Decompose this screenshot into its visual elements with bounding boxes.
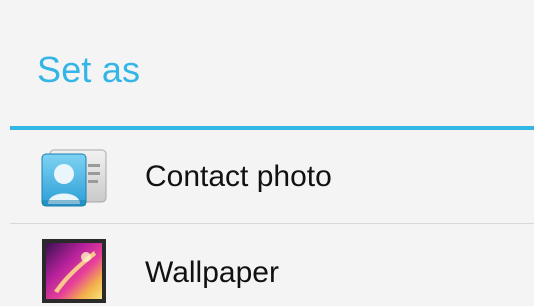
- set-as-dialog: Set as Contact photo Wallpaper: [0, 0, 534, 306]
- dialog-title: Set as: [37, 49, 141, 90]
- option-label-contact-photo: Contact photo: [145, 160, 332, 193]
- option-wallpaper[interactable]: Wallpaper: [0, 224, 534, 306]
- option-label-wallpaper: Wallpaper: [145, 256, 279, 289]
- contact-card-icon: [40, 144, 108, 212]
- option-contact-photo[interactable]: Contact photo: [0, 131, 534, 223]
- wallpaper-picture-icon: [40, 237, 108, 305]
- title-divider: [10, 126, 534, 130]
- dialog-header: Set as: [0, 0, 534, 126]
